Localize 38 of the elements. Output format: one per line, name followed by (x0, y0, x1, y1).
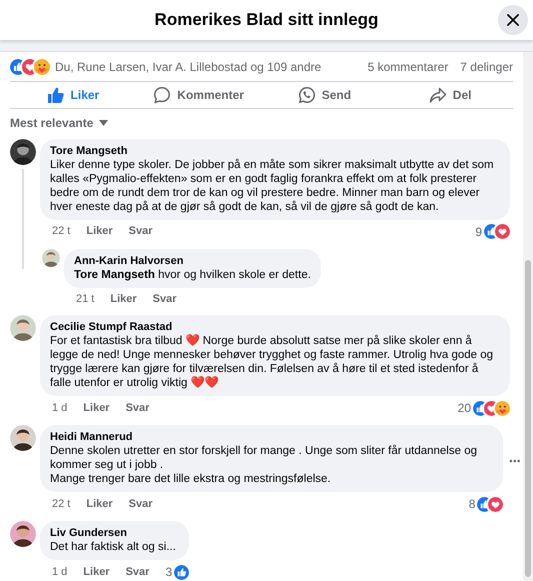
shares-count[interactable]: 7 delinger (460, 58, 513, 76)
comment-text: Denne skolen utretter en stor forskjell for mange . Unge som sliter får utdannelse og kommer seg ut i jobb . Mange trenger bare det lille ekstra og mestringsfølelse. (50, 444, 478, 486)
reply-link[interactable]: Svar (152, 290, 177, 307)
comment-time[interactable]: 1 d (52, 564, 68, 580)
like-link[interactable]: Liker (86, 496, 113, 512)
like-link[interactable]: Liker (83, 400, 110, 416)
comment-text: For et fantastisk bra tilbud ❤ Norge burde absolutt satse mer på slike skoler enn å legge de ned! Unge mennesker behøver trygghet og faste rammer. Utrolig hva gode og trygge lærere kan gjøre for tilværelsen din. Følelsen av å høre til et sted istedenfor å falle utenfor er utrolig viktig ❤❤ (50, 334, 494, 390)
comment-text: Det har faktisk alt og si... (50, 540, 177, 554)
send-action-button[interactable]: Send (262, 86, 388, 104)
comment-time[interactable]: 22 t (52, 223, 70, 240)
like-link[interactable]: Liker (83, 564, 110, 580)
comment-text: Tore Mangseth hvor og hvilken skole er dette. (74, 268, 311, 282)
comment-time[interactable]: 1 d (52, 400, 68, 416)
comment-time[interactable]: 21 t (76, 290, 94, 307)
reaction-count[interactable]: 20 (458, 399, 471, 417)
reaction-count[interactable]: 8 (468, 495, 476, 513)
like-action-button[interactable]: Liker (10, 86, 136, 104)
reactors-text[interactable]: Du, Rune Larsen, Ivar A. Lillebostad og 109 andre (55, 58, 322, 76)
reaction-count[interactable]: 3 (165, 563, 172, 581)
sort-dropdown[interactable]: Mest relevante (10, 114, 108, 132)
like-link[interactable]: Liker (86, 223, 113, 240)
dialog-title: Romerikes Blad sitt innlegg (154, 9, 378, 32)
comment-action-button[interactable]: Kommenter (136, 86, 262, 104)
like-link[interactable]: Liker (110, 290, 137, 307)
reply-link[interactable]: Svar (128, 223, 153, 240)
reaction-count[interactable]: 9 (475, 222, 482, 240)
comment-author[interactable]: Heidi Mannerud (50, 430, 494, 444)
reply-link[interactable]: Svar (126, 564, 150, 580)
reply-link[interactable]: Svar (126, 400, 150, 416)
comment-author[interactable]: Ann-Karin Halvorsen (74, 254, 311, 268)
comments-count[interactable]: 5 kommentarer (368, 58, 448, 76)
comment-time[interactable]: 22 t (52, 496, 70, 512)
reply-link[interactable]: Svar (128, 496, 153, 512)
comment-author[interactable]: Tore Mangseth (50, 144, 500, 158)
comment-text: Liker denne type skoler. De jobber på en måte som sikrer maksimalt utbytte av det som kalles «Pygmalio-effekten» som er en godt faglig forankra effekt om at folk presterer bedre om de rundt dem tror de kan og vil prestere bedre. Minner man barn og elever hver eneste dag på at de gjør så godt de kan, så vil de gjøre så godt de kan. (50, 158, 495, 214)
share-action-button[interactable]: Del (387, 86, 513, 104)
comment-author[interactable]: Liv Gundersen (50, 526, 180, 540)
comment-author[interactable]: Cecilie Stumpf Raastad (50, 320, 500, 334)
